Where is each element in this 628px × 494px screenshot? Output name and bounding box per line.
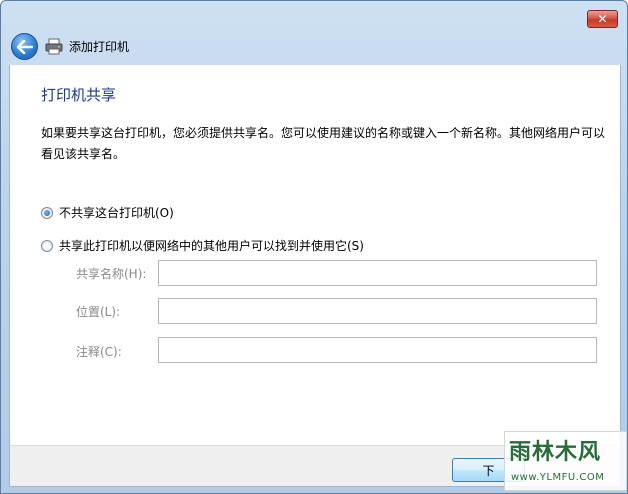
comment-input[interactable] (158, 337, 597, 363)
close-button[interactable]: ✕ (587, 10, 618, 28)
page-heading: 打印机共享 (41, 86, 117, 104)
window-title: 添加打印机 (69, 40, 130, 54)
location-input[interactable] (158, 298, 597, 324)
printer-icon (45, 38, 63, 55)
close-icon: ✕ (597, 12, 608, 26)
watermark-title: 雨林木风 (509, 440, 602, 465)
back-button[interactable] (11, 33, 38, 60)
navigation-bar: 添加打印机 (2, 29, 628, 65)
location-label: 位置(L): (76, 305, 121, 319)
radio-no-share[interactable]: 不共享这台打印机(O) (41, 204, 174, 221)
content-panel: 打印机共享 如果要共享这台打印机，您必须提供共享名。您可以使用建议的名称或键入一… (9, 65, 621, 445)
watermark-url: www.YLMFU.COM (511, 472, 605, 483)
dialog-window: ✕ 添加打印机 打印机共享 如果要共享这台打印机，您必须提供共享名。您可以使用建… (0, 0, 628, 494)
page-description: 如果要共享这台打印机，您必须提供共享名。您可以使用建议的名称或键入一个新名称。其… (41, 126, 606, 161)
watermark-logo: 雨林木风 www.YLMFU.COM (504, 431, 627, 491)
comment-label: 注释(C): (76, 345, 122, 359)
radio-share-label: 共享此打印机以便网络中的其他用户可以找到并使用它(S) (59, 239, 364, 253)
radio-no-share-label: 不共享这台打印机(O) (59, 206, 174, 220)
radio-no-share-indicator[interactable] (41, 206, 53, 219)
share-name-input[interactable] (158, 260, 597, 286)
radio-share-indicator[interactable] (41, 239, 53, 252)
back-arrow-icon (16, 39, 33, 54)
radio-share[interactable]: 共享此打印机以便网络中的其他用户可以找到并使用它(S) (41, 237, 364, 254)
share-name-label: 共享名称(H): (76, 267, 147, 281)
